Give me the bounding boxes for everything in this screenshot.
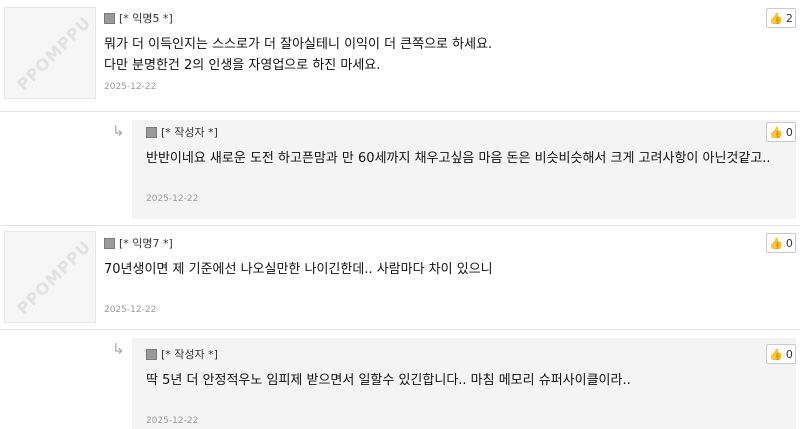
like-count: 0 (785, 347, 793, 361)
reply-arrow-icon: ↳ (112, 122, 125, 140)
comment-date: 2025-12-22 (104, 82, 157, 92)
avatar-watermark: PPOMPPU (13, 12, 95, 95)
like-button[interactable]: 👍 0 (766, 122, 796, 142)
thumbs-up-icon: 👍 (769, 11, 783, 25)
like-button[interactable]: 👍 0 (766, 344, 796, 364)
avatar-watermark: PPOMPPU (13, 236, 95, 319)
comment-author[interactable]: [* 익명7 *] (104, 235, 173, 251)
thumbs-up-icon: 👍 (769, 347, 783, 361)
comment-author[interactable]: [* 작성자 *] (146, 124, 218, 140)
thumbs-up-icon: 👍 (769, 236, 783, 250)
user-icon (146, 126, 157, 138)
avatar[interactable]: PPOMPPU (4, 7, 96, 99)
comment-item: PPOMPPU [* 익명5 *] 뭐가 더 이득인지는 스스로가 더 잘아실테… (0, 0, 800, 112)
comment-author[interactable]: [* 작성자 *] (146, 346, 218, 362)
like-count: 0 (785, 236, 793, 250)
like-button[interactable]: 👍 2 (766, 8, 796, 28)
comment-date: 2025-12-22 (104, 305, 157, 315)
comment-date: 2025-12-22 (146, 194, 199, 204)
avatar[interactable]: PPOMPPU (4, 231, 96, 323)
comment-text: 딱 5년 더 안정적우노 임피제 받으면서 일할수 있긴합니다.. 마침 메모리… (146, 370, 631, 391)
reply-item: ↳ [* 작성자 *] 반반이네요 새로운 도전 하고픈맘과 만 60세까지 채… (0, 112, 800, 226)
author-name: [* 익명5 *] (119, 12, 173, 25)
like-button[interactable]: 👍 0 (766, 233, 796, 253)
comment-author[interactable]: [* 익명5 *] (104, 10, 173, 26)
author-name: [* 익명7 *] (119, 237, 173, 250)
user-icon (146, 348, 157, 360)
comment-text: 반반이네요 새로운 도전 하고픈맘과 만 60세까지 채우고싶음 마음 돈은 비… (146, 148, 771, 169)
reply-box (132, 120, 796, 219)
comment-text: 70년생이면 제 기준에선 나오실만한 나이긴한데.. 사람마다 차이 있으니 (104, 259, 493, 280)
comment-line: 70년생이면 제 기준에선 나오실만한 나이긴한데.. 사람마다 차이 있으니 (104, 262, 493, 277)
user-icon (104, 237, 115, 249)
comment-text: 뭐가 더 이득인지는 스스로가 더 잘아실테니 이익이 더 큰쪽으로 하세요. … (104, 34, 492, 76)
reply-item: ↳ [* 작성자 *] 딱 5년 더 안정적우노 임피제 받으면서 일할수 있긴… (0, 330, 800, 429)
thumbs-up-icon: 👍 (769, 125, 783, 139)
comment-line: 다만 분명한건 2의 인생을 자영업으로 하진 마세요. (104, 58, 381, 73)
user-icon (104, 12, 115, 24)
like-count: 2 (785, 11, 793, 25)
comment-line: 뭐가 더 이득인지는 스스로가 더 잘아실테니 이익이 더 큰쪽으로 하세요. (104, 37, 493, 52)
comment-item: PPOMPPU [* 익명7 *] 70년생이면 제 기준에선 나오실만한 나이… (0, 226, 800, 330)
comment-date: 2025-12-22 (146, 416, 199, 426)
comment-line: 딱 5년 더 안정적우노 임피제 받으면서 일할수 있긴합니다.. 마침 메모리… (146, 373, 631, 388)
comment-line: 반반이네요 새로운 도전 하고픈맘과 만 60세까지 채우고싶음 마음 돈은 비… (146, 151, 771, 166)
reply-arrow-icon: ↳ (112, 340, 125, 358)
like-count: 0 (785, 125, 793, 139)
author-name: [* 작성자 *] (161, 348, 218, 361)
author-name: [* 작성자 *] (161, 126, 218, 139)
